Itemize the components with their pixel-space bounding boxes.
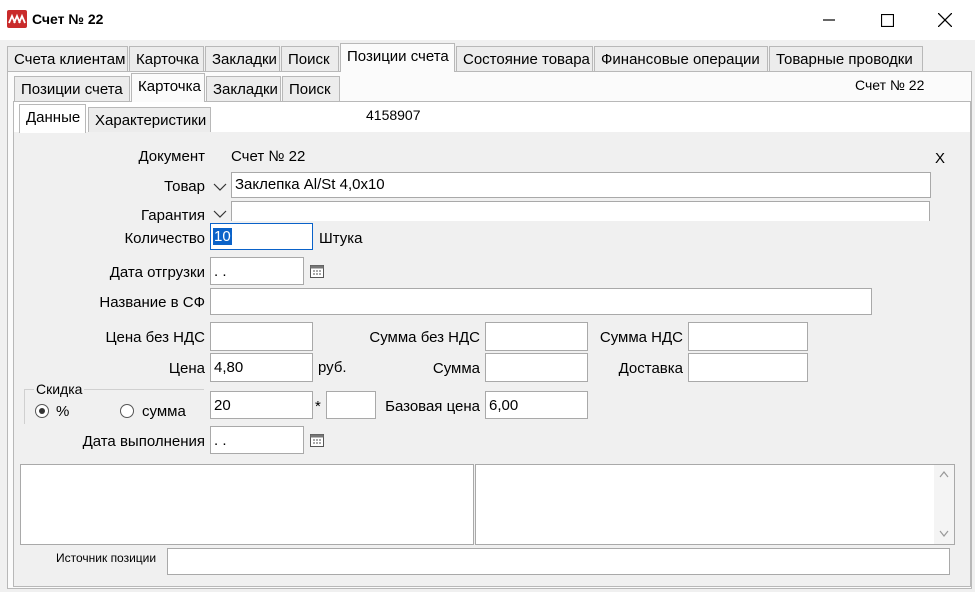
tab-search[interactable]: Поиск [281, 46, 339, 72]
base-price-input[interactable]: 6,00 [485, 391, 588, 419]
discount-percent-radio[interactable] [35, 404, 49, 418]
record-id: 4158907 [363, 104, 435, 130]
discount-amount-label: сумма [142, 403, 186, 420]
chevron-down-icon[interactable] [212, 207, 228, 221]
close-button[interactable] [916, 0, 974, 40]
warranty-label: Гарантия [141, 207, 205, 224]
sum-no-vat-input[interactable] [485, 322, 588, 351]
source-input[interactable] [167, 548, 950, 575]
tab-financial-operations[interactable]: Финансовые операции [594, 46, 768, 72]
discount-amount-radio[interactable] [120, 404, 134, 418]
minimize-button[interactable] [800, 0, 858, 40]
subtab-positions[interactable]: Позиции счета [14, 76, 130, 102]
currency-label: руб. [318, 359, 347, 376]
delivery-input[interactable] [688, 353, 808, 382]
subtab-card[interactable]: Карточка [131, 73, 205, 102]
ship-date-input[interactable]: . . [210, 257, 304, 285]
tab-product-state[interactable]: Состояние товара [456, 46, 593, 72]
tab-card[interactable]: Карточка [129, 46, 204, 72]
invoice-name-input[interactable] [210, 288, 872, 315]
price-no-vat-input[interactable] [210, 322, 313, 351]
done-date-label: Дата выполнения [82, 433, 205, 450]
quantity-input[interactable]: 10 [210, 223, 313, 250]
tab-bookmarks[interactable]: Закладки [205, 46, 280, 72]
product-label: Товар [164, 178, 205, 195]
header-invoice-number: Счет № 22 [855, 77, 925, 93]
multiply-sign: * [315, 398, 321, 415]
vat-sum-label: Сумма НДС [599, 329, 683, 346]
discount-percent-label: % [56, 403, 70, 420]
base-price-label: Базовая цена [385, 398, 480, 415]
invoice-name-label: Название в СФ [99, 294, 205, 311]
discount-input[interactable]: 20 [210, 391, 313, 419]
calendar-icon[interactable] [310, 433, 324, 447]
close-icon [938, 13, 952, 27]
clear-button[interactable]: X [935, 150, 945, 167]
notes-right-textarea[interactable] [475, 464, 955, 545]
scroll-up-icon[interactable] [939, 470, 949, 478]
notes-scrollbar[interactable] [934, 465, 954, 544]
maximize-button[interactable] [858, 0, 916, 40]
warranty-input[interactable] [231, 201, 930, 221]
window-title: Счет № 22 [32, 11, 104, 27]
sum-label: Сумма [432, 360, 480, 377]
unit-label: Штука [319, 230, 363, 247]
price-label: Цена [168, 360, 205, 377]
vat-sum-input[interactable] [688, 322, 808, 351]
tab-characteristics[interactable]: Характеристики [88, 107, 211, 133]
quantity-label: Количество [124, 230, 205, 247]
scroll-down-icon[interactable] [939, 530, 949, 538]
app-logo-icon [7, 10, 27, 28]
tab-data[interactable]: Данные [19, 104, 86, 133]
document-label: Документ [138, 148, 205, 165]
multiplier-input[interactable] [326, 391, 376, 419]
notes-left-textarea[interactable] [20, 464, 474, 545]
tab-product-entries[interactable]: Товарные проводки [769, 46, 923, 72]
tab-invoices[interactable]: Счета клиентам [7, 46, 128, 72]
tab-invoice-positions[interactable]: Позиции счета [340, 43, 455, 72]
price-no-vat-label: Цена без НДС [105, 329, 205, 346]
done-date-input[interactable]: . . [210, 426, 304, 454]
sum-no-vat-label: Сумма без НДС [369, 329, 480, 346]
document-value: Счет № 22 [231, 148, 306, 165]
maximize-icon [880, 13, 894, 27]
top-tab-strip: Счета клиентам Карточка Закладки Поиск П… [0, 43, 975, 72]
ship-date-label: Дата отгрузки [109, 264, 205, 281]
quantity-value: 10 [213, 228, 232, 245]
product-input[interactable]: Заклепка Al/St 4,0x10 [231, 172, 931, 198]
title-bar: Счет № 22 [0, 0, 975, 40]
discount-group-label: Скидка [34, 381, 85, 397]
source-label: Источник позиции [56, 551, 157, 565]
chevron-down-icon[interactable] [212, 180, 228, 194]
minimize-icon [823, 19, 835, 21]
delivery-label: Доставка [618, 360, 683, 377]
calendar-icon[interactable] [310, 264, 324, 278]
sum-input[interactable] [485, 353, 588, 382]
subtab-bookmarks[interactable]: Закладки [206, 76, 281, 102]
subtab-search[interactable]: Поиск [282, 76, 340, 102]
price-input[interactable]: 4,80 [210, 353, 313, 382]
